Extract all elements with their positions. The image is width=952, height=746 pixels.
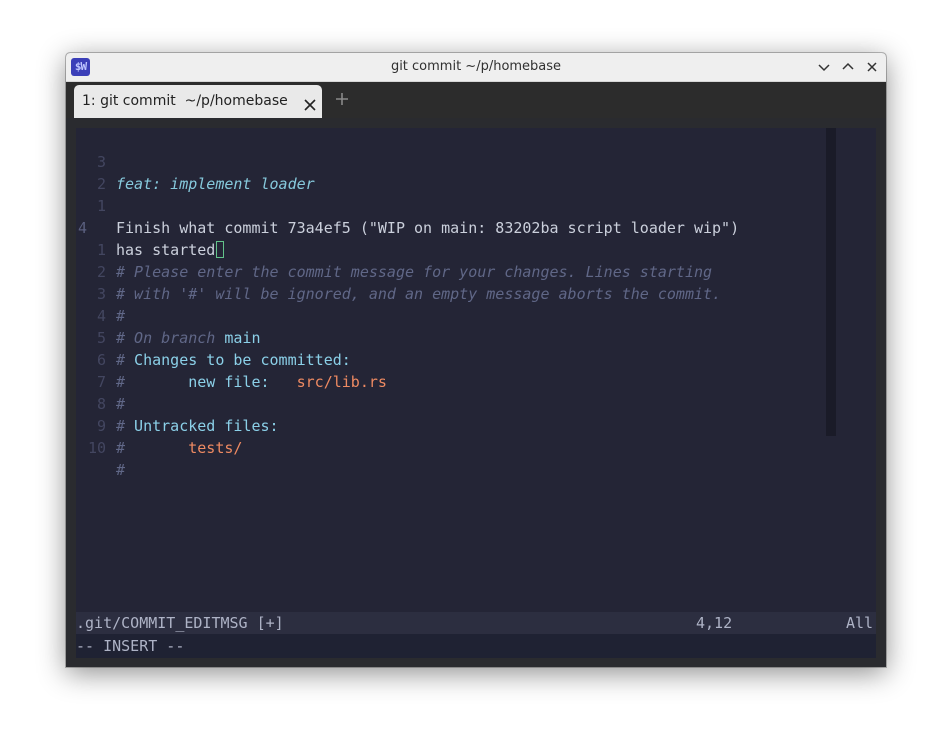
text-cursor <box>216 241 225 258</box>
comment-line: # with '#' will be ignored, and an empty… <box>116 285 722 303</box>
branch-name: main <box>224 329 261 347</box>
title-bar[interactable]: $W git commit ~/p/homebase <box>66 53 886 82</box>
tab-bar: 1: git commit ~/p/homebase <box>66 82 886 118</box>
terminal-viewport[interactable]: 3 feat: implement loader 2 1 Finish what… <box>76 128 876 658</box>
cursor-position: 4,12 <box>696 614 733 632</box>
close-icon <box>867 62 877 72</box>
vim-editor[interactable]: 3 feat: implement loader 2 1 Finish what… <box>76 128 876 612</box>
status-filename: .git/COMMIT_EDITMSG [+] <box>76 614 284 632</box>
terminal-window: $W git commit ~/p/homebase 1: git commit… <box>66 53 886 667</box>
chevron-up-icon <box>842 62 854 70</box>
maximize-button[interactable] <box>840 59 856 75</box>
scroll-indicator: All <box>846 614 874 632</box>
file-path: tests/ <box>188 439 243 457</box>
plus-icon <box>336 93 348 105</box>
chevron-down-icon <box>818 64 830 72</box>
editor-line: 2 <box>76 151 148 193</box>
comment-line: # Please enter the commit message for yo… <box>116 263 713 281</box>
editor-line: 2 # with '#' will be ignored, and an emp… <box>76 239 721 303</box>
close-window-button[interactable] <box>864 59 880 75</box>
editor-line-current: 4 has started <box>76 195 225 259</box>
status-line: .git/COMMIT_EDITMSG [+] 4,12 All <box>76 612 876 634</box>
line-number: 10 <box>87 439 106 457</box>
tab-git-commit[interactable]: 1: git commit ~/p/homebase <box>74 85 322 118</box>
mode-indicator: -- INSERT -- <box>76 634 876 658</box>
change-type: new file: <box>188 373 270 391</box>
tab-close-button[interactable] <box>304 96 316 111</box>
file-path: src/lib.rs <box>296 373 387 391</box>
editor-line: 10 # <box>76 415 148 479</box>
editor-line: 4 # On branch main <box>76 283 261 347</box>
commit-body: Finish what commit 73a4ef5 ("WIP on main… <box>116 219 740 237</box>
window-title: git commit ~/p/homebase <box>390 59 562 74</box>
tab-label: 1: git commit ~/p/homebase <box>82 93 288 109</box>
editor-line: 8 # Untracked files: <box>76 371 279 435</box>
editor-line: 7 # <box>76 349 148 413</box>
editor-line: 9 # tests/ <box>76 393 242 457</box>
editor-line: 3 # <box>76 261 148 325</box>
section-heading: Changes to be committed: <box>125 351 351 369</box>
close-icon <box>304 99 316 111</box>
editor-line: 1 # Please enter the commit message for … <box>76 217 712 281</box>
new-tab-button[interactable] <box>334 91 350 107</box>
minimize-button[interactable] <box>816 59 832 75</box>
editor-line: 6 # new file: src/lib.rs <box>76 327 387 391</box>
editor-line: 5 # Changes to be committed: <box>76 305 351 369</box>
comment-line: # <box>116 461 126 479</box>
editor-line: 1 Finish what commit 73a4ef5 ("WIP on ma… <box>76 173 739 237</box>
editor-line: 3 feat: implement loader <box>76 129 315 193</box>
scrollbar[interactable] <box>826 128 836 436</box>
